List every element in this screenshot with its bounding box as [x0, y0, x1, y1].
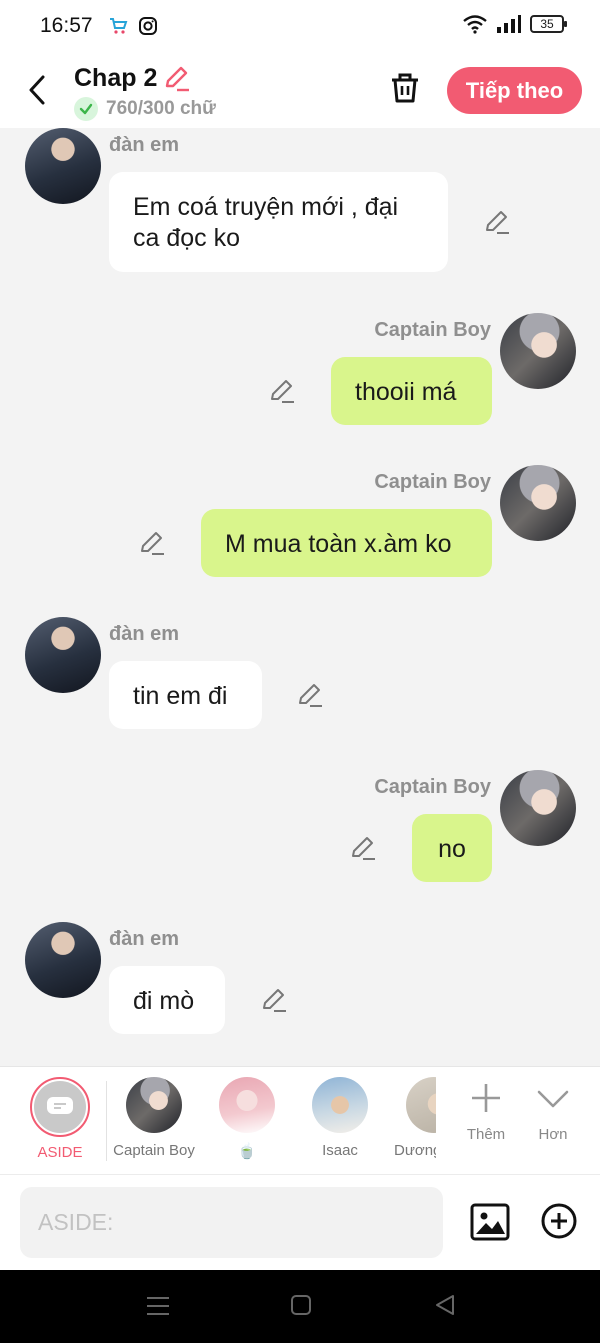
more-label: Hơn [538, 1126, 568, 1143]
sender-name: Captain Boy [374, 776, 491, 798]
shopping-cart-icon [110, 18, 128, 34]
next-button[interactable]: Tiếp theo [447, 67, 582, 114]
status-bar: 16:57 35 [0, 0, 600, 55]
nav-back-button[interactable] [434, 1294, 456, 1321]
system-nav-bar [0, 1270, 600, 1343]
character-name: Isaac [322, 1142, 358, 1159]
status-time: 16:57 [40, 14, 93, 37]
character-duong[interactable]: Dương [376, 1077, 436, 1159]
battery-icon: 35 [530, 15, 567, 33]
character-tea[interactable]: 🍵 [202, 1077, 292, 1160]
insert-image-button[interactable] [470, 1203, 510, 1246]
avatar [219, 1077, 275, 1133]
back-triangle-icon [436, 1295, 454, 1315]
divider [106, 1081, 107, 1161]
add-character-button[interactable]: Thêm [451, 1081, 521, 1143]
recent-apps-button[interactable] [146, 1294, 170, 1323]
avatar [126, 1077, 182, 1133]
character-name: ASIDE [37, 1144, 83, 1161]
aside-avatar [30, 1077, 90, 1137]
add-button[interactable] [541, 1203, 577, 1244]
sender-name: Captain Boy [374, 319, 491, 341]
word-count-text: 760/300 chữ [106, 98, 216, 119]
sender-name: đàn em [109, 134, 180, 156]
status-notification-icons [108, 16, 158, 36]
avatar[interactable] [25, 128, 101, 204]
back-arrow-icon [29, 75, 45, 105]
edit-message-icon[interactable] [260, 986, 288, 1014]
edit-message-icon[interactable] [138, 529, 166, 557]
edit-message-icon[interactable] [483, 208, 511, 236]
avatar[interactable] [25, 922, 101, 998]
home-icon [291, 1295, 311, 1315]
delete-button[interactable] [388, 71, 422, 110]
input-area [0, 1174, 600, 1270]
message-bubble[interactable]: tin em đi [109, 661, 262, 729]
add-label: Thêm [466, 1126, 506, 1143]
check-icon [74, 97, 98, 121]
avatar [312, 1077, 368, 1133]
avatar[interactable] [500, 770, 576, 846]
back-button[interactable] [22, 73, 52, 107]
plus-icon [472, 1084, 500, 1112]
avatar [406, 1077, 436, 1133]
editor-header: Chap 2 760/300 chữ Tiếp theo [0, 55, 600, 128]
edit-title-button[interactable] [162, 64, 190, 97]
character-name: 🍵 [237, 1143, 257, 1160]
message-input[interactable] [20, 1187, 443, 1258]
chat-area: đàn em Em coá truyện mới , đại ca đọc ko… [0, 128, 600, 1066]
home-button[interactable] [290, 1294, 312, 1321]
character-captain-boy[interactable]: Captain Boy [109, 1077, 199, 1159]
avatar[interactable] [25, 617, 101, 693]
menu-icon [147, 1297, 169, 1315]
pencil-icon [165, 66, 189, 92]
message-bubble[interactable]: Em coá truyện mới , đại ca đọc ko [109, 172, 448, 272]
more-button[interactable]: Hơn [518, 1081, 588, 1143]
edit-message-icon[interactable] [349, 834, 377, 862]
avatar[interactable] [500, 465, 576, 541]
chevron-down-icon [537, 1090, 569, 1108]
trash-icon [392, 73, 418, 103]
chapter-title: Chap 2 [74, 64, 158, 92]
message-bubble[interactable]: no [412, 814, 492, 882]
image-icon [470, 1203, 510, 1241]
message-bubble[interactable]: M mua toàn x.àm ko [201, 509, 492, 577]
character-isaac[interactable]: Isaac [295, 1077, 385, 1159]
word-count: 760/300 chữ [74, 97, 216, 121]
edit-message-icon[interactable] [268, 377, 296, 405]
wifi-icon [463, 15, 487, 34]
instagram-icon [139, 17, 157, 35]
character-aside[interactable]: ASIDE [15, 1077, 105, 1161]
character-bar: ASIDE Captain Boy 🍵 Isaac Dương Thêm Hơn [0, 1066, 600, 1174]
avatar[interactable] [500, 313, 576, 389]
message-bubble[interactable]: thooii má [331, 357, 492, 425]
sender-name: đàn em [109, 623, 180, 645]
message-bubble[interactable]: đi mò [109, 966, 225, 1034]
signal-icon [497, 15, 521, 33]
plus-circle-icon [541, 1203, 577, 1239]
sender-name: Captain Boy [374, 471, 491, 493]
chat-bubble-icon [47, 1097, 73, 1114]
status-system-icons: 35 [462, 14, 567, 34]
sender-name: đàn em [109, 928, 180, 950]
edit-message-icon[interactable] [296, 681, 324, 709]
character-name: Dương [394, 1142, 436, 1159]
character-name: Captain Boy [113, 1142, 195, 1159]
